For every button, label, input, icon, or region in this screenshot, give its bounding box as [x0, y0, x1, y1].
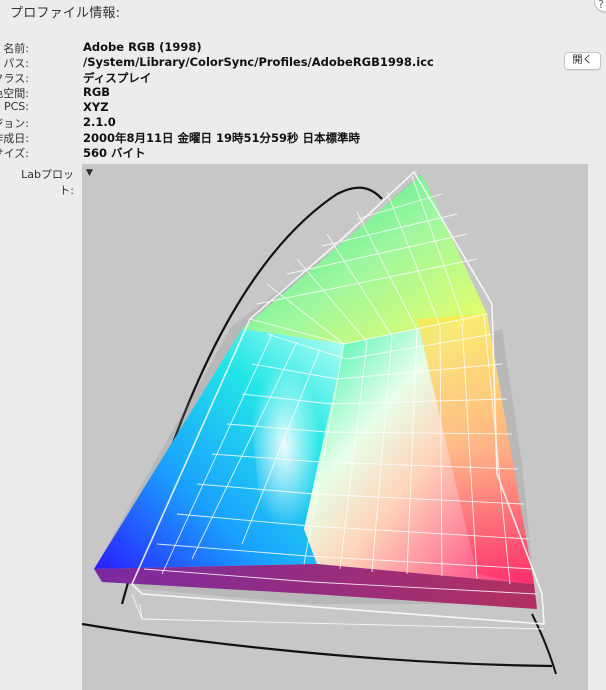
info-label: 色空間:: [0, 87, 29, 100]
info-label: 作成日:: [0, 132, 29, 145]
info-row-size: サイズ: 560 バイト: [0, 145, 560, 160]
info-value: RGB: [83, 85, 111, 99]
info-row-name: 名前: Adobe RGB (1998): [0, 40, 560, 55]
info-value: XYZ: [83, 100, 109, 114]
info-value: Adobe RGB (1998): [83, 40, 202, 54]
info-label: クラス:: [0, 72, 29, 85]
info-row-path: パス: /System/Library/ColorSync/Profiles/A…: [0, 55, 560, 70]
info-value: 560 バイト: [83, 146, 146, 160]
info-label: サイズ:: [0, 147, 29, 160]
info-label: 名前:: [3, 42, 29, 55]
info-label: PCS:: [3, 100, 29, 113]
help-button[interactable]: ?: [594, 0, 606, 12]
info-row-colorspace: 色空間: RGB: [0, 85, 560, 100]
lab-plot-view[interactable]: ▼: [82, 164, 588, 690]
info-value: /System/Library/ColorSync/Profiles/Adobe…: [83, 55, 434, 69]
info-value: 2000年8月11日 金曜日 19時51分59秒 日本標準時: [83, 131, 361, 145]
panel-title: プロファイル情報:: [10, 6, 121, 21]
open-button[interactable]: 開く: [564, 52, 601, 70]
triangle-down-icon[interactable]: ▼: [86, 168, 98, 178]
info-value: 2.1.0: [83, 115, 116, 129]
lab-plot-label: Labプロット:: [21, 168, 74, 197]
info-label: パス:: [3, 57, 29, 70]
gamut-solid: [94, 174, 537, 609]
info-row-class: クラス: ディスプレイ: [0, 70, 560, 85]
info-row-pcs: PCS: XYZ: [0, 100, 560, 115]
info-value: ディスプレイ: [83, 71, 152, 85]
info-row-created: 作成日: 2000年8月11日 金曜日 19時51分59秒 日本標準時: [0, 130, 560, 145]
info-label: バージョン:: [0, 117, 29, 130]
info-row-version: バージョン: 2.1.0: [0, 115, 560, 130]
gamut-graphic: [82, 170, 557, 675]
